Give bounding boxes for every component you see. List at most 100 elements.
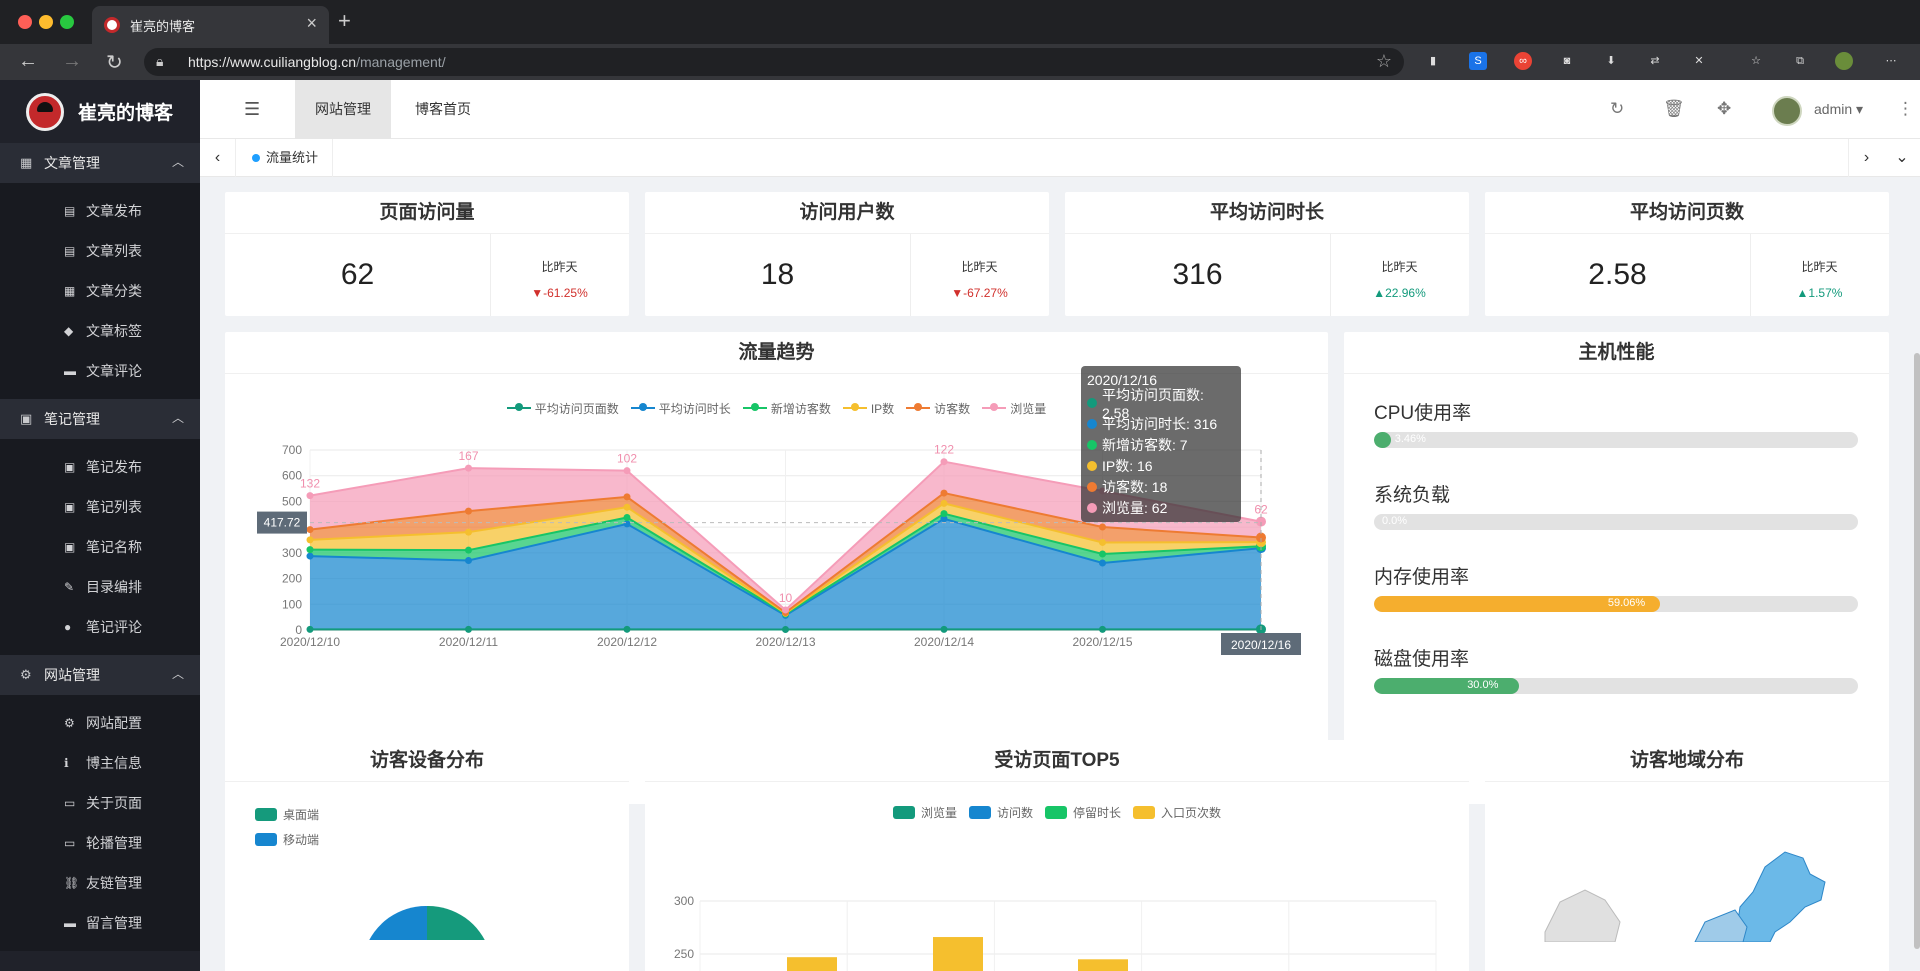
axis-pointer-y-label: 417.72 [264,516,301,530]
tab-site-management[interactable]: 网站管理 [295,80,391,139]
page-scrollbar[interactable] [1912,177,1920,971]
sidebar-item-label: 网站配置 [86,715,142,731]
sidebar-item-article-tags[interactable]: ◆ 文章标签 [0,311,200,351]
map-region-north[interactable] [1544,889,1621,942]
extension-face-icon[interactable]: ◙ [1558,52,1576,70]
sidebar-item-note-list[interactable]: ▣ 笔记列表 [0,487,200,527]
pie-slice-desktop[interactable] [427,905,489,940]
legend-label: 访问数 [996,806,1033,820]
sidebar-item-label: 目录编排 [86,579,142,595]
favorites-icon[interactable]: ☆ [1747,52,1765,70]
legend-item[interactable]: 浏览量 [892,804,957,821]
bookmark-icon[interactable]: ▮ [1424,52,1442,70]
back-icon[interactable]: ← [18,50,38,73]
refresh-icon[interactable]: ↻ [1610,99,1624,119]
tab-blog-home[interactable]: 博客首页 [395,80,491,139]
legend-item[interactable]: 入口页次数 [1133,804,1221,821]
move-icon[interactable]: ✥ [1717,99,1731,119]
map-region-northeast[interactable] [1734,851,1826,942]
china-map[interactable] [1485,782,1889,942]
sidebar-group-site[interactable]: ⚙ 网站管理 ︿ [0,655,200,695]
pie-slice-mobile[interactable] [365,905,427,940]
extension-s-icon[interactable]: S [1469,52,1487,70]
close-tab-icon[interactable]: × [306,13,317,34]
info-icon: ℹ [64,756,69,770]
legend-label: 浏览量 [920,806,957,820]
sidebar-item-site-config[interactable]: ⚙ 网站配置 [0,703,200,743]
sidebar-item-note-comments[interactable]: ● 笔记评论 [0,607,200,647]
tags-prev-icon[interactable]: ‹ [200,139,236,177]
tags-dropdown-icon[interactable]: ⌄ [1884,139,1920,177]
sidebar-item-note-publish[interactable]: ▣ 笔记发布 [0,447,200,487]
sidebar-item-article-category[interactable]: ▦ 文章分类 [0,271,200,311]
sidebar-group-articles[interactable]: ▦ 文章管理 ︿ [0,143,200,183]
more-vertical-icon[interactable]: ⋮ [1897,99,1914,119]
browser-tab[interactable]: 崔亮的博客 × [92,6,329,44]
legend-swatch [1045,806,1067,819]
stat-divider [490,234,491,316]
bookmark-star-icon[interactable]: ☆ [1376,51,1392,72]
new-tab-icon[interactable]: + [338,8,351,34]
more-icon[interactable]: ⋯ [1882,52,1900,70]
sync-icon[interactable]: ⇄ [1646,52,1664,70]
stat-card-avg-pages: 平均访问页数 2.58 比昨天 ▲1.57% [1485,192,1889,316]
top5-bar-chart[interactable]: 200250300808636 [645,840,1469,971]
stat-title: 访问用户数 [645,192,1049,234]
calendar-grid-icon: ▦ [64,284,76,298]
sidebar-item-toc-arrange[interactable]: ✎ 目录编排 [0,567,200,607]
sidebar-item-friend-links[interactable]: ⛓ 友链管理 [0,863,200,903]
sidebar-item-label: 笔记列表 [86,499,142,515]
profile-icon[interactable] [1835,52,1853,70]
avatar[interactable] [1772,96,1802,126]
reload-icon[interactable]: ↻ [106,50,123,75]
cpu-usage-label: CPU使用率 [1374,403,1472,424]
collections-icon[interactable]: ⧉ [1791,52,1809,70]
clipboard-icon: ▤ [64,244,76,258]
sidebar-item-note-name[interactable]: ▣ 笔记名称 [0,527,200,567]
sidebar-group-notes[interactable]: ▣ 笔记管理 ︿ [0,399,200,439]
sidebar-group-label: 笔记管理 [44,411,100,427]
sidebar-item-article-list[interactable]: ▤ 文章列表 [0,231,200,271]
extension-x-icon[interactable]: ✕ [1690,52,1708,70]
tags-next-icon[interactable]: › [1848,139,1884,177]
sidebar-group-label: 文章管理 [44,155,100,171]
page-tag-traffic[interactable]: 流量统计 [236,139,334,177]
legend-label: 入口页次数 [1161,806,1222,820]
stat-divider [1330,234,1331,316]
sidebar-item-messages[interactable]: ▬ 留言管理 [0,903,200,943]
legend-item[interactable]: 访问数 [968,804,1033,821]
sidebar-item-article-comments[interactable]: ▬ 文章评论 [0,351,200,391]
series-point [940,499,948,507]
trash-icon[interactable]: 🗑︎ [1663,99,1685,119]
maximize-window-button[interactable] [60,15,74,29]
extension-infinity-icon[interactable]: ∞ [1514,52,1532,70]
download-icon[interactable]: ⬇ [1602,52,1620,70]
series-point [623,493,631,501]
series-point [782,606,789,614]
minimize-window-button[interactable] [39,15,53,29]
chart-tooltip: 2020/12/16 平均访问页面数: 2.58 平均访问时长: 316 新增访… [1081,366,1241,522]
series-point [940,458,948,466]
sidebar-item-article-publish[interactable]: ▤ 文章发布 [0,191,200,231]
collapse-sidebar-icon[interactable]: ☰ [244,99,260,120]
address-bar[interactable]: 🔒︎ https://www.cuiliangblog.cn/managemen… [144,48,1404,76]
sidebar-item-about-page[interactable]: ▭ 关于页面 [0,783,200,823]
visitor-region-card: 访客地域分布 [1485,740,1889,971]
stat-value: 316 [1172,258,1223,291]
sidebar-item-carousel[interactable]: ▭ 轮播管理 [0,823,200,863]
legend-swatch [1133,806,1156,819]
brand-name: 崔亮的博客 [78,103,174,124]
stat-change: ▲1.57% [1796,286,1843,300]
legend-item[interactable]: 停留时长 [1045,804,1121,821]
brand[interactable]: 崔亮的博客 [0,80,200,143]
forward-icon[interactable]: → [62,50,82,73]
user-menu[interactable]: admin ▾ [1814,101,1863,118]
close-window-button[interactable] [18,15,32,29]
visitor-region-title: 访客地域分布 [1485,740,1889,782]
tooltip-row-label: 访客数: 18 [1102,478,1168,495]
series-point [782,625,789,633]
sidebar-item-label: 博主信息 [86,755,142,771]
device-pie-chart[interactable] [225,740,629,940]
sidebar-item-blogger-info[interactable]: ℹ 博主信息 [0,743,200,783]
page-scrollbar-thumb[interactable] [1914,353,1920,949]
